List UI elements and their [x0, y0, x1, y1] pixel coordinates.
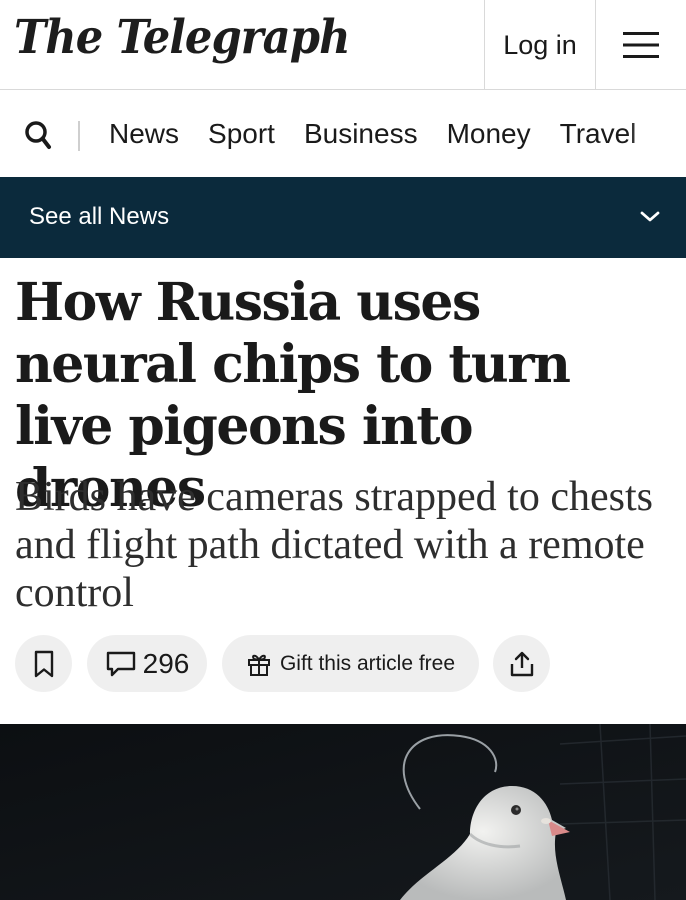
menu-button[interactable]: [595, 0, 686, 90]
nav-item-business[interactable]: Business: [304, 118, 418, 150]
gift-article-label: Gift this article free: [279, 651, 456, 675]
comments-button[interactable]: 296: [87, 635, 207, 692]
nav-item-money[interactable]: Money: [447, 118, 531, 150]
chevron-down-icon[interactable]: [640, 210, 660, 224]
share-icon: [510, 651, 533, 676]
see-all-news-bar[interactable]: See all News: [0, 177, 686, 258]
login-button[interactable]: Log in: [484, 0, 595, 90]
nav-item-news[interactable]: News: [109, 118, 179, 150]
nav-fade-overlay: [626, 91, 686, 177]
share-button[interactable]: [493, 635, 550, 692]
gift-icon: [247, 654, 270, 676]
nav-divider: [78, 121, 80, 151]
section-nav: News Sport Business Money Travel: [0, 91, 686, 177]
nav-items: News Sport Business Money Travel: [109, 91, 665, 177]
article-standfirst: Birds have cameras strapped to chests an…: [15, 474, 653, 616]
comment-count: 296: [142, 647, 190, 679]
article-actions: 296 Gift this article free: [15, 635, 550, 692]
comment-icon: [106, 651, 135, 676]
article-hero-image: [0, 724, 686, 900]
gift-article-button[interactable]: Gift this article free: [222, 635, 479, 692]
bookmark-icon: [34, 650, 53, 677]
see-all-news-label: See all News: [29, 203, 170, 230]
search-icon: [25, 121, 51, 149]
nav-item-travel[interactable]: Travel: [560, 118, 637, 150]
hamburger-menu-icon: [623, 32, 659, 58]
nav-item-sport[interactable]: Sport: [208, 118, 275, 150]
search-button[interactable]: [22, 118, 56, 152]
pigeon-image: [0, 724, 686, 900]
masthead: The Telegraph Log in: [0, 0, 686, 90]
telegraph-logo[interactable]: The Telegraph: [14, 10, 351, 66]
bookmark-button[interactable]: [15, 635, 72, 692]
